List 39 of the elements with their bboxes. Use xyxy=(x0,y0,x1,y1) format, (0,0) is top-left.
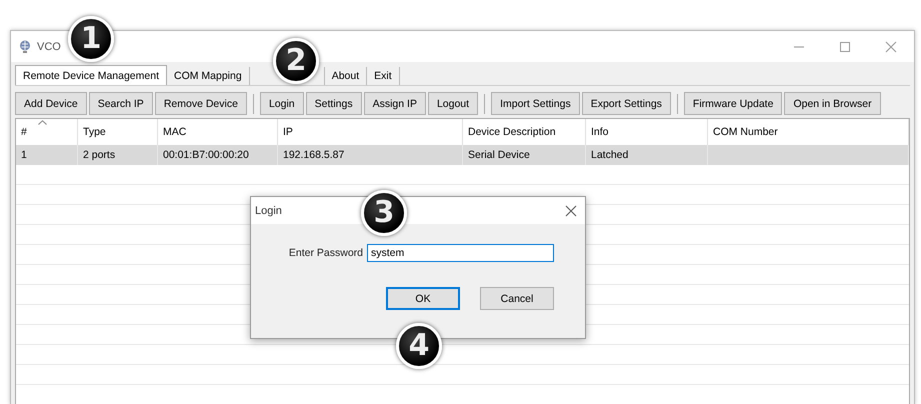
app-globe-icon xyxy=(19,40,31,54)
column-header[interactable]: # xyxy=(21,126,27,138)
tab[interactable]: About xyxy=(324,67,368,85)
table-cell: 00:01:B7:00:00:20 xyxy=(163,149,249,161)
toolbar-button[interactable]: Open in Browser xyxy=(784,92,881,115)
toolbar-button[interactable]: Firmware Update xyxy=(684,92,782,115)
table-cell: 2 ports xyxy=(83,149,116,161)
table-cell: Serial Device xyxy=(468,149,530,161)
window-title: VCO xyxy=(37,40,61,52)
column-header[interactable]: COM Number xyxy=(713,126,778,138)
tab[interactable]: Remote Device Management xyxy=(15,65,167,85)
toolbar-button[interactable]: Settings xyxy=(306,92,362,115)
dialog-button[interactable]: Cancel xyxy=(480,287,554,310)
column-header[interactable]: Device Description xyxy=(468,126,556,138)
toolbar-button[interactable]: Logout xyxy=(428,92,478,115)
toolbar-button[interactable]: Import Settings xyxy=(491,92,580,115)
dialog-title: Login xyxy=(255,204,282,216)
column-header[interactable]: Type xyxy=(83,126,106,138)
toolbar-button[interactable]: Assign IP xyxy=(364,92,426,115)
dialog-button[interactable]: OK xyxy=(386,287,460,310)
password-field[interactable]: system xyxy=(367,244,554,262)
close-icon[interactable] xyxy=(565,204,577,216)
tab[interactable]: COM Mapping xyxy=(166,67,250,85)
column-header[interactable]: Info xyxy=(591,126,609,138)
field-label: Enter Password xyxy=(288,247,363,259)
sort-caret-icon xyxy=(38,120,47,125)
table-cell: 1 xyxy=(21,149,27,161)
tab[interactable]: Exit xyxy=(367,67,400,85)
table-cell: Latched xyxy=(591,149,628,161)
column-header[interactable]: MAC xyxy=(163,126,186,138)
toolbar-button[interactable]: Export Settings xyxy=(582,92,671,115)
toolbar-button[interactable]: Add Device xyxy=(15,92,87,115)
table-cell: 192.168.5.87 xyxy=(283,149,344,161)
column-header[interactable]: IP xyxy=(283,126,293,138)
toolbar-button[interactable]: Remove Device xyxy=(154,92,247,115)
toolbar-button[interactable]: Search IP xyxy=(88,92,153,115)
step-number-badge: 1 xyxy=(68,16,114,62)
table-row[interactable]: 1 2 ports 00:01:B7:00:00:20 192.168.5.87 Serial Device Latched xyxy=(16,145,909,165)
toolbar-button[interactable]: Login xyxy=(260,92,304,115)
